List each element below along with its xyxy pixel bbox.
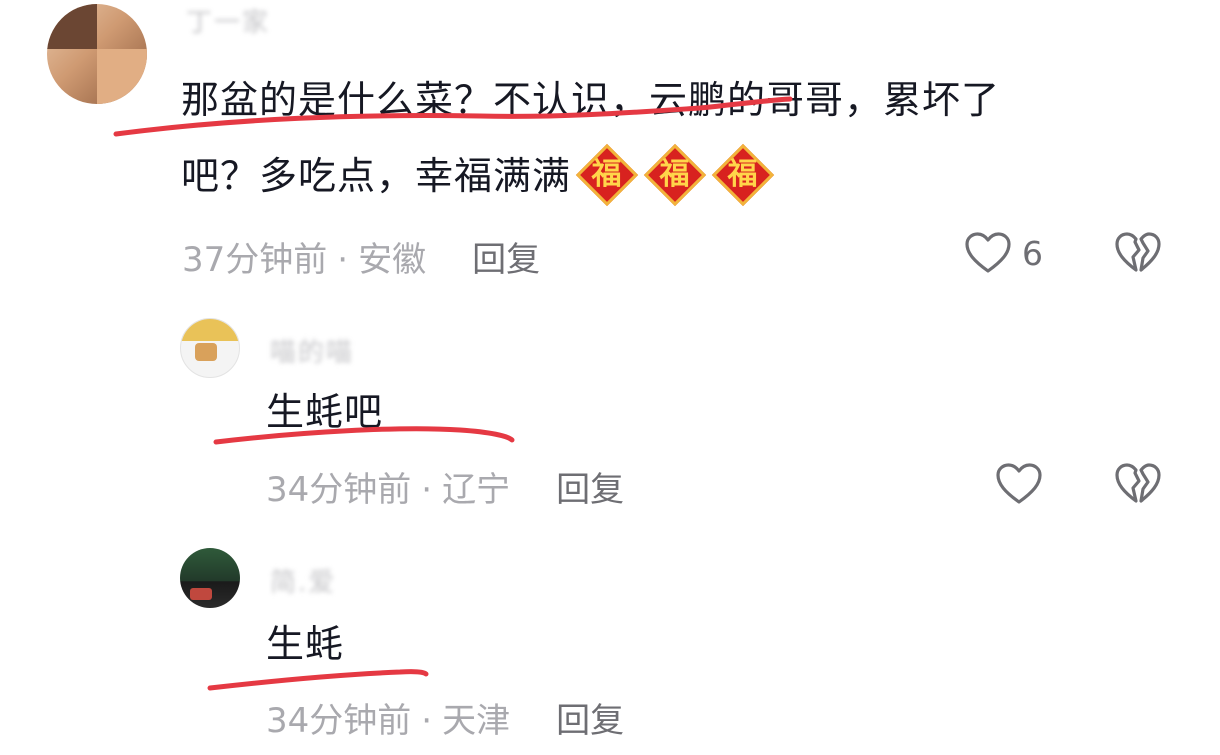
- reply-button[interactable]: 回复: [472, 240, 540, 280]
- comment-text-line: 那盆的是什么菜？不认识，云鹏的哥哥，累坏了: [181, 78, 1001, 122]
- reply-button[interactable]: 回复: [556, 701, 624, 741]
- like-count: 6: [1022, 234, 1043, 273]
- username[interactable]: 简.爱: [270, 562, 336, 599]
- comment-meta: 34分钟前 · 天津 回复: [266, 693, 624, 742]
- comment-location: 安徽: [358, 240, 427, 280]
- avatar-pixel-block: [47, 4, 97, 49]
- avatar-pixel-block: [181, 319, 239, 341]
- fu-emoji-icon: 福: [643, 143, 707, 207]
- reply-button[interactable]: 回复: [556, 470, 624, 510]
- avatar-pixel-block: [97, 49, 147, 104]
- separator-dot: ·: [421, 701, 433, 741]
- comment-location: 辽宁: [442, 470, 511, 510]
- comment-time: 37分钟前: [182, 240, 328, 280]
- fu-emoji-icon: 福: [575, 143, 639, 207]
- heart-outline-icon[interactable]: [995, 462, 1043, 506]
- avatar-pixel-block: [195, 343, 217, 361]
- avatar[interactable]: [180, 318, 240, 378]
- comment-text-fragment: 吧？多吃点，幸福满满: [181, 154, 572, 198]
- comment-location: 天津: [442, 701, 511, 741]
- heart-outline-icon[interactable]: [964, 231, 1012, 275]
- comment-meta: 34分钟前 · 辽宁 回复: [266, 462, 624, 511]
- username[interactable]: 喵的喵: [270, 332, 354, 369]
- comment-time: 34分钟前: [266, 470, 412, 510]
- username[interactable]: 丁一家: [186, 2, 270, 39]
- avatar[interactable]: [47, 4, 147, 104]
- avatar-pixel-block: [190, 588, 212, 600]
- separator-dot: ·: [337, 240, 349, 280]
- avatar[interactable]: [180, 548, 240, 608]
- comment-text-line: 吧？多吃点，幸福满满福福福: [181, 138, 775, 214]
- fu-emoji-icon: 福: [711, 143, 775, 207]
- broken-heart-icon[interactable]: [1114, 231, 1162, 275]
- comment-text: 生蚝: [266, 622, 345, 666]
- comment-time: 34分钟前: [266, 701, 412, 741]
- broken-heart-icon[interactable]: [1114, 462, 1162, 506]
- comment-text: 生蚝吧: [266, 390, 384, 434]
- separator-dot: ·: [421, 470, 433, 510]
- comment-meta: 37分钟前 · 安徽 回复: [182, 232, 540, 281]
